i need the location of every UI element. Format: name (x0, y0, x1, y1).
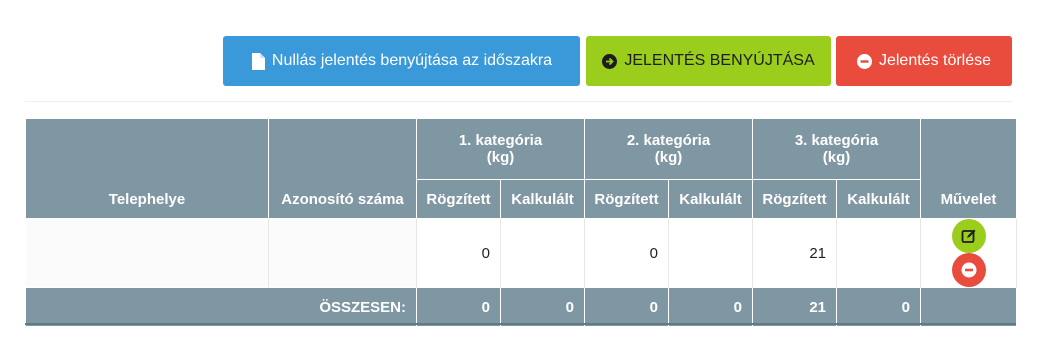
header-category-3: 3. kategória (kg) (752, 118, 921, 180)
subheader-cat3-calculated: Kalkulált (836, 179, 921, 219)
divider (25, 101, 1012, 102)
header-category-1: 1. kategória (kg) (416, 118, 585, 180)
subheader-cat1-calculated: Kalkulált (500, 179, 585, 219)
total-label: ÖSSZESEN: (25, 287, 417, 327)
cell-id (268, 218, 417, 288)
delete-report-button[interactable]: Jelentés törlése (836, 36, 1012, 86)
cell-cat3-calculated (836, 218, 921, 288)
total-cat2-recorded: 0 (584, 287, 669, 327)
subheader-cat3-recorded: Rögzített (752, 179, 837, 219)
zero-report-button[interactable]: Nullás jelentés benyújtása az időszakra (223, 36, 580, 86)
subheader-cat1-recorded: Rögzített (416, 179, 501, 219)
zero-report-label: Nullás jelentés benyújtása az időszakra (271, 52, 553, 69)
report-table: Telephelye Azonosító száma 1. kategória … (25, 118, 1017, 327)
circle-arrow-right-icon (602, 53, 618, 69)
cell-cat1-recorded: 0 (416, 218, 501, 288)
delete-report-label: Jelentés törlése (878, 52, 992, 69)
total-cat3-recorded: 21 (752, 287, 837, 327)
total-cat2-calculated: 0 (668, 287, 753, 327)
cell-cat1-calculated (500, 218, 585, 288)
cell-cat2-recorded: 0 (584, 218, 669, 288)
total-action-blank (920, 287, 1017, 327)
delete-icon (961, 262, 976, 278)
cell-cat2-calculated (668, 218, 753, 288)
total-row: ÖSSZESEN: 0 0 0 0 21 0 (25, 287, 1017, 327)
document-icon (251, 52, 265, 70)
header-category-2: 2. kategória (kg) (584, 118, 753, 180)
delete-row-button[interactable] (951, 253, 986, 287)
total-cat1-calculated: 0 (500, 287, 585, 327)
cell-cat3-recorded: 21 (752, 218, 837, 288)
header-id: Azonosító száma (268, 118, 417, 219)
submit-report-label: JELENTÉS BENYÚJTÁSA (624, 52, 815, 69)
total-cat3-calculated: 0 (836, 287, 921, 327)
cell-actions (920, 218, 1017, 288)
subheader-cat2-calculated: Kalkulált (668, 179, 753, 219)
edit-icon (961, 229, 975, 243)
total-cat1-recorded: 0 (416, 287, 501, 327)
circle-minus-icon (856, 53, 872, 69)
table-row: 0 0 21 (25, 218, 1017, 288)
header-action: Művelet (920, 118, 1017, 219)
table-bottom-border (25, 323, 1016, 325)
subheader-cat2-recorded: Rögzített (584, 179, 669, 219)
cell-site (25, 218, 269, 288)
submit-report-button[interactable]: JELENTÉS BENYÚJTÁSA (586, 36, 831, 86)
header-site: Telephelye (25, 118, 269, 219)
edit-button[interactable] (951, 219, 986, 253)
